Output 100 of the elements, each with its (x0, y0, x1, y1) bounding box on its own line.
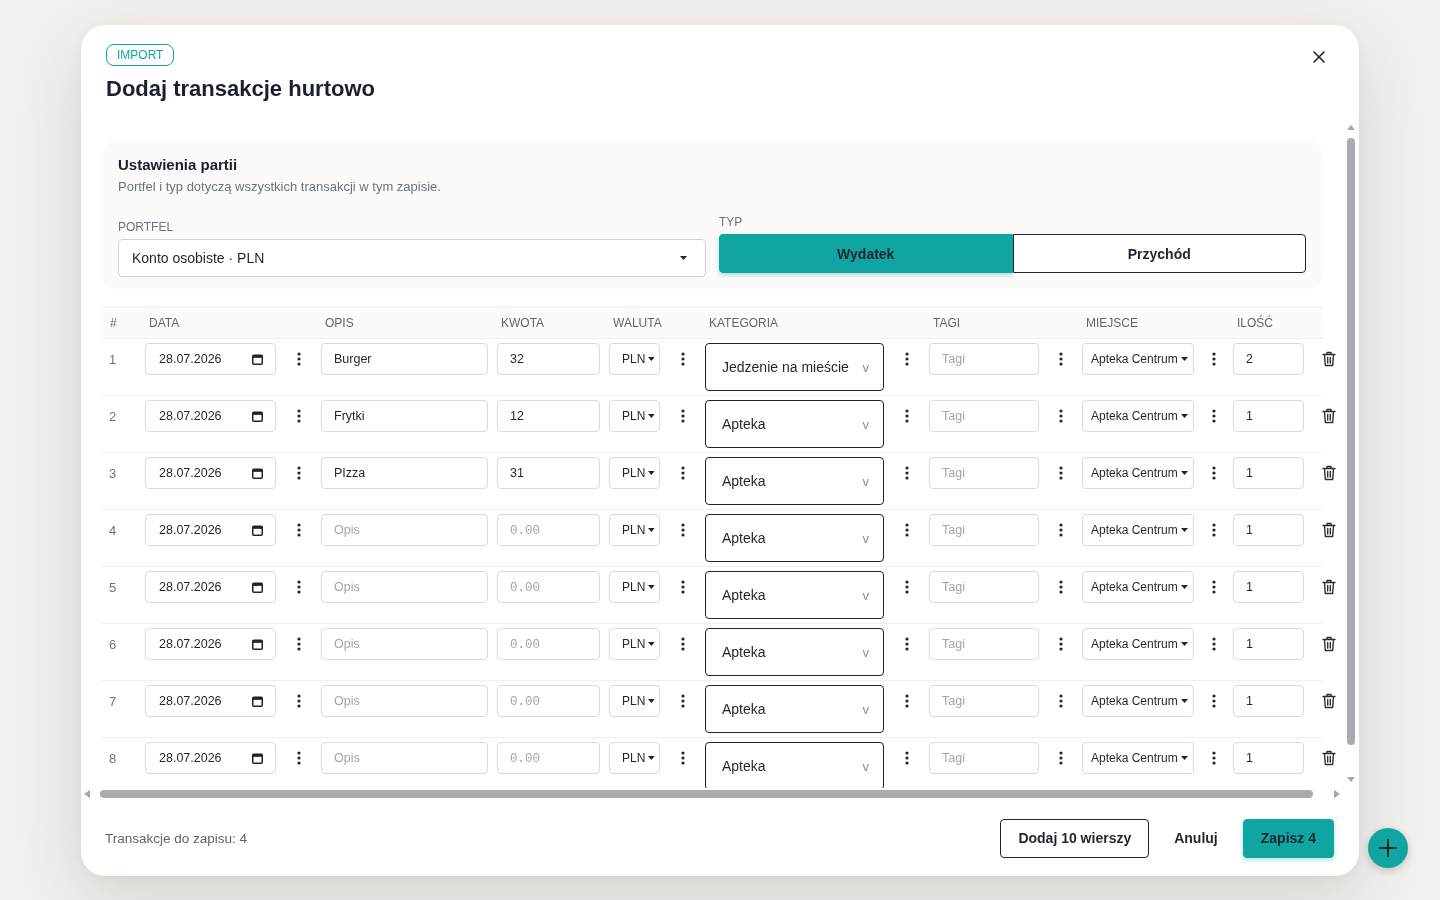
more-icon[interactable] (904, 580, 909, 594)
quantity-field[interactable]: 1 (1233, 685, 1304, 717)
quantity-field[interactable]: 2 (1233, 343, 1304, 375)
more-icon[interactable] (296, 352, 301, 366)
more-icon[interactable] (1211, 466, 1216, 480)
amount-field[interactable]: 32 (497, 343, 600, 375)
calendar-icon[interactable] (252, 581, 263, 593)
more-icon[interactable] (680, 523, 685, 537)
more-icon[interactable] (1058, 466, 1063, 480)
tags-field[interactable]: Tagi (929, 457, 1039, 489)
date-field[interactable]: 28.07.2026 (145, 685, 276, 717)
calendar-icon[interactable] (252, 410, 263, 422)
trash-icon[interactable] (1322, 408, 1336, 424)
tags-field[interactable]: Tagi (929, 742, 1039, 774)
currency-select[interactable]: PLN (609, 628, 660, 660)
category-select[interactable]: Apteka v (705, 514, 884, 562)
more-icon[interactable] (904, 694, 909, 708)
description-field[interactable]: Opis (321, 514, 488, 546)
cancel-button[interactable]: Anuluj (1174, 818, 1218, 858)
currency-select[interactable]: PLN (609, 685, 660, 717)
tags-field[interactable]: Tagi (929, 343, 1039, 375)
more-icon[interactable] (1211, 637, 1216, 651)
save-button[interactable]: Zapisz 4 (1242, 818, 1334, 858)
calendar-icon[interactable] (252, 638, 263, 650)
description-field[interactable]: Opis (321, 628, 488, 660)
currency-select[interactable]: PLN (609, 571, 660, 603)
place-select[interactable]: Apteka Centrum (1082, 628, 1194, 660)
more-icon[interactable] (680, 580, 685, 594)
wallet-select[interactable]: Konto osobiste · PLN (118, 239, 706, 277)
trash-icon[interactable] (1322, 636, 1336, 652)
add-button[interactable] (1368, 828, 1408, 868)
more-icon[interactable] (904, 466, 909, 480)
add-rows-button[interactable]: Dodaj 10 wierszy (1000, 818, 1150, 858)
currency-select[interactable]: PLN (609, 343, 660, 375)
more-icon[interactable] (904, 637, 909, 651)
tags-field[interactable]: Tagi (929, 628, 1039, 660)
more-icon[interactable] (296, 637, 301, 651)
date-field[interactable]: 28.07.2026 (145, 514, 276, 546)
place-select[interactable]: Apteka Centrum (1082, 571, 1194, 603)
amount-field[interactable]: 0.00 (497, 685, 600, 717)
more-icon[interactable] (1058, 637, 1063, 651)
calendar-icon[interactable] (252, 752, 263, 764)
more-icon[interactable] (680, 352, 685, 366)
more-icon[interactable] (1211, 694, 1216, 708)
tags-field[interactable]: Tagi (929, 514, 1039, 546)
trash-icon[interactable] (1322, 579, 1336, 595)
place-select[interactable]: Apteka Centrum (1082, 742, 1194, 774)
more-icon[interactable] (296, 409, 301, 423)
more-icon[interactable] (904, 352, 909, 366)
description-field[interactable]: Opis (321, 685, 488, 717)
description-field[interactable]: Burger (321, 343, 488, 375)
description-field[interactable]: PIzza (321, 457, 488, 489)
description-field[interactable]: Opis (321, 571, 488, 603)
quantity-field[interactable]: 1 (1233, 400, 1304, 432)
date-field[interactable]: 28.07.2026 (145, 343, 276, 375)
category-select[interactable]: Apteka v (705, 571, 884, 619)
description-field[interactable]: Frytki (321, 400, 488, 432)
trash-icon[interactable] (1322, 465, 1336, 481)
more-icon[interactable] (1211, 580, 1216, 594)
more-icon[interactable] (296, 580, 301, 594)
more-icon[interactable] (296, 523, 301, 537)
category-select[interactable]: Apteka v (705, 400, 884, 448)
type-segment[interactable]: Przychód (1012, 234, 1306, 273)
calendar-icon[interactable] (252, 524, 263, 536)
quantity-field[interactable]: 1 (1233, 742, 1304, 774)
category-select[interactable]: Apteka v (705, 685, 884, 733)
quantity-field[interactable]: 1 (1233, 514, 1304, 546)
more-icon[interactable] (680, 751, 685, 765)
more-icon[interactable] (1058, 352, 1063, 366)
date-field[interactable]: 28.07.2026 (145, 457, 276, 489)
tags-field[interactable]: Tagi (929, 400, 1039, 432)
more-icon[interactable] (904, 751, 909, 765)
more-icon[interactable] (296, 466, 301, 480)
date-field[interactable]: 28.07.2026 (145, 742, 276, 774)
currency-select[interactable]: PLN (609, 514, 660, 546)
currency-select[interactable]: PLN (609, 400, 660, 432)
currency-select[interactable]: PLN (609, 457, 660, 489)
amount-field[interactable]: 0.00 (497, 514, 600, 546)
more-icon[interactable] (1058, 694, 1063, 708)
amount-field[interactable]: 0.00 (497, 628, 600, 660)
trash-icon[interactable] (1322, 693, 1336, 709)
more-icon[interactable] (904, 523, 909, 537)
category-select[interactable]: Jedzenie na mieście v (705, 343, 884, 391)
more-icon[interactable] (296, 694, 301, 708)
date-field[interactable]: 28.07.2026 (145, 571, 276, 603)
more-icon[interactable] (1058, 751, 1063, 765)
place-select[interactable]: Apteka Centrum (1082, 457, 1194, 489)
description-field[interactable]: Opis (321, 742, 488, 774)
more-icon[interactable] (680, 409, 685, 423)
date-field[interactable]: 28.07.2026 (145, 400, 276, 432)
place-select[interactable]: Apteka Centrum (1082, 343, 1194, 375)
place-select[interactable]: Apteka Centrum (1082, 514, 1194, 546)
more-icon[interactable] (680, 694, 685, 708)
category-select[interactable]: Apteka v (705, 742, 884, 788)
horizontal-scrollbar[interactable] (84, 788, 1342, 800)
more-icon[interactable] (1211, 409, 1216, 423)
amount-field[interactable]: 12 (497, 400, 600, 432)
tags-field[interactable]: Tagi (929, 685, 1039, 717)
calendar-icon[interactable] (252, 695, 263, 707)
more-icon[interactable] (1211, 352, 1216, 366)
